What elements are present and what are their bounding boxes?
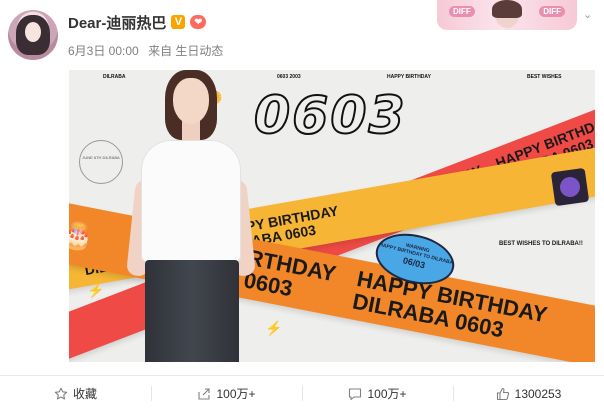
avatar[interactable] bbox=[8, 10, 58, 60]
decor-tag-left: DIFF bbox=[449, 6, 475, 17]
favorite-label: 收藏 bbox=[72, 387, 97, 401]
post-meta: 6月3日 00:00 来自 生日动态 bbox=[68, 42, 229, 59]
bolt-icon: ⚡ bbox=[87, 282, 105, 298]
decor-tag-right: DIFF bbox=[539, 6, 565, 17]
top-label: HAPPY BIRTHDAY bbox=[387, 74, 431, 80]
thumbs-up-icon bbox=[496, 387, 510, 401]
forward-button[interactable]: 100万+ bbox=[151, 376, 302, 411]
fan-badge-icon: ❤ bbox=[190, 15, 207, 29]
comment-icon bbox=[348, 387, 362, 401]
top-label: BEST WISHES bbox=[527, 74, 562, 80]
author-row: Dear-迪丽热巴 V ❤ bbox=[68, 12, 207, 33]
verified-icon: V bbox=[171, 15, 186, 29]
comment-count: 100万+ bbox=[367, 387, 407, 401]
favorite-button[interactable]: 收藏 bbox=[0, 376, 151, 411]
author-name[interactable]: Dear-迪丽热巴 bbox=[68, 12, 166, 33]
cake-icon: 🎂 bbox=[69, 217, 97, 253]
post-date[interactable]: 6月3日 00:00 bbox=[68, 44, 139, 58]
decor-portrait bbox=[492, 0, 522, 28]
best-wishes-text: BEST WISHES TO DILRABA!! bbox=[499, 241, 583, 247]
top-label: 0603 2003 bbox=[277, 74, 301, 80]
like-button[interactable]: 1300253 bbox=[453, 376, 604, 411]
like-count: 1300253 bbox=[514, 386, 562, 401]
badge-sticker bbox=[550, 167, 590, 207]
post-source: 来自 生日动态 bbox=[148, 44, 224, 58]
big-date-text: 0603 bbox=[253, 85, 407, 147]
comment-button[interactable]: 100万+ bbox=[302, 376, 453, 411]
person-figure bbox=[121, 70, 256, 362]
forward-count: 100万+ bbox=[216, 387, 256, 401]
weibo-post-card: Dear-迪丽热巴 V ❤ 6月3日 00:00 来自 生日动态 DIFF DI… bbox=[0, 0, 604, 411]
post-image[interactable]: DILRABA 0603 2003 HAPPY BIRTHDAY BEST WI… bbox=[69, 70, 595, 362]
action-bar: 收藏 100万+ 100万+ 1300253 bbox=[0, 376, 604, 411]
share-icon bbox=[197, 387, 211, 401]
bolt-icon: ⚡ bbox=[265, 320, 283, 336]
chevron-down-icon[interactable]: ⌄ bbox=[583, 10, 593, 21]
card-decoration: DIFF DIFF bbox=[437, 0, 577, 30]
circle-note: JUNE 6TH DILRABA bbox=[79, 140, 123, 184]
star-icon bbox=[54, 387, 68, 401]
